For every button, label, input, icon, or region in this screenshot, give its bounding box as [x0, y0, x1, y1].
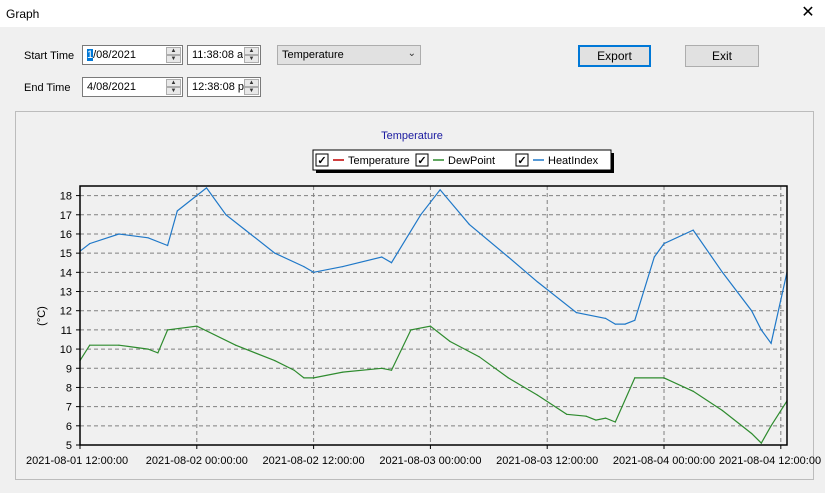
y-tick-label: 9 [66, 363, 72, 375]
data-point-heatindex [624, 323, 626, 325]
data-point-heatindex [420, 214, 422, 216]
data-point-dewpoint [721, 409, 724, 412]
data-point-dewpoint [566, 413, 568, 415]
chart-title: Temperature [381, 130, 443, 142]
y-tick-label: 5 [66, 440, 72, 452]
data-point-dewpoint [429, 325, 432, 327]
data-point-dewpoint [235, 344, 237, 346]
data-point-heatindex [313, 271, 315, 273]
data-point-dewpoint [293, 369, 295, 371]
data-point-heatindex [575, 312, 578, 314]
y-axis-label: (°C) [36, 306, 48, 326]
legend-label: DewPoint [448, 155, 495, 167]
data-point-dewpoint [167, 329, 169, 331]
data-point-heatindex [118, 233, 120, 235]
x-tick-label: 2021-08-04 12:00:00 [719, 455, 821, 467]
data-point-dewpoint [381, 367, 383, 369]
data-point-heatindex [692, 229, 694, 231]
data-point-dewpoint [274, 359, 276, 362]
data-point-heatindex [536, 281, 539, 283]
y-tick-label: 8 [66, 382, 72, 394]
data-point-dewpoint [595, 419, 597, 421]
data-point-dewpoint [692, 390, 694, 392]
y-tick-label: 13 [60, 287, 72, 299]
data-point-dewpoint [605, 417, 607, 419]
data-point-heatindex [205, 187, 208, 189]
data-point-heatindex [176, 210, 178, 212]
data-point-dewpoint [196, 325, 198, 327]
data-point-dewpoint [410, 329, 412, 331]
data-point-dewpoint [536, 394, 539, 396]
data-point-heatindex [89, 242, 91, 245]
data-point-heatindex [303, 265, 305, 268]
y-tick-label: 12 [60, 306, 72, 318]
y-tick-label: 7 [66, 402, 72, 414]
check-icon: ✓ [517, 155, 526, 167]
data-point-dewpoint [118, 344, 120, 346]
data-point-heatindex [244, 229, 247, 231]
data-point-heatindex [439, 189, 441, 191]
data-point-dewpoint [303, 377, 305, 379]
y-tick-label: 18 [60, 191, 72, 203]
data-point-heatindex [507, 256, 509, 258]
data-point-dewpoint [390, 369, 393, 371]
y-tick-label: 17 [60, 210, 72, 222]
y-tick-label: 11 [61, 325, 72, 337]
data-point-heatindex [468, 223, 470, 225]
data-point-heatindex [653, 256, 655, 258]
data-point-heatindex [381, 256, 383, 258]
data-point-dewpoint [585, 415, 587, 417]
data-point-dewpoint [478, 356, 480, 358]
x-tick-label: 2021-08-03 00:00:00 [379, 455, 481, 467]
data-point-dewpoint [147, 348, 149, 350]
chart-grid [80, 186, 787, 445]
y-tick-label: 16 [60, 229, 72, 241]
legend-label: HeatIndex [548, 155, 599, 167]
y-tick-label: 6 [66, 421, 72, 433]
data-point-dewpoint [89, 344, 91, 346]
data-point-dewpoint [663, 377, 665, 379]
x-tick-label: 2021-08-02 12:00:00 [263, 455, 365, 467]
y-tick-label: 15 [60, 248, 72, 260]
data-point-dewpoint [313, 377, 315, 379]
data-point-heatindex [721, 271, 724, 273]
data-point-heatindex [751, 310, 753, 312]
data-point-heatindex [225, 214, 227, 216]
data-point-heatindex [342, 265, 344, 268]
data-point-heatindex [390, 262, 393, 264]
data-point-heatindex [147, 237, 149, 239]
chart-legend: ✓ Temperature ✓ DewPoint ✓ HeatIndex [312, 149, 614, 173]
temperature-chart: Temperature (°C) ✓ Temperature ✓ DewPoint ✓ H… [26, 130, 821, 467]
data-point-dewpoint [634, 377, 636, 379]
legend-label: Temperature [348, 155, 410, 167]
x-tick-label: 2021-08-04 00:00:00 [613, 455, 715, 467]
data-point-heatindex [614, 323, 616, 325]
data-point-dewpoint [751, 432, 753, 435]
data-point-dewpoint [449, 340, 451, 342]
check-icon: ✓ [317, 155, 326, 167]
data-point-dewpoint [760, 442, 762, 444]
y-tick-label: 14 [60, 267, 72, 279]
data-point-heatindex [760, 329, 762, 331]
check-icon: ✓ [417, 155, 426, 167]
x-tick-label: 2021-08-01 12:00:00 [26, 455, 128, 467]
data-point-dewpoint [507, 377, 509, 379]
x-tick-label: 2021-08-03 12:00:00 [496, 455, 598, 467]
data-point-dewpoint [614, 421, 616, 423]
data-point-heatindex [167, 244, 169, 247]
data-point-dewpoint [342, 371, 344, 373]
data-point-dewpoint [157, 352, 159, 354]
x-tick-label: 2021-08-02 00:00:00 [146, 455, 248, 467]
data-point-heatindex [605, 317, 607, 319]
data-point-heatindex [634, 319, 636, 321]
y-tick-label: 10 [60, 344, 72, 356]
data-point-dewpoint [770, 425, 772, 427]
data-point-heatindex [274, 252, 276, 254]
data-point-heatindex [770, 342, 772, 344]
data-point-heatindex [663, 242, 665, 245]
